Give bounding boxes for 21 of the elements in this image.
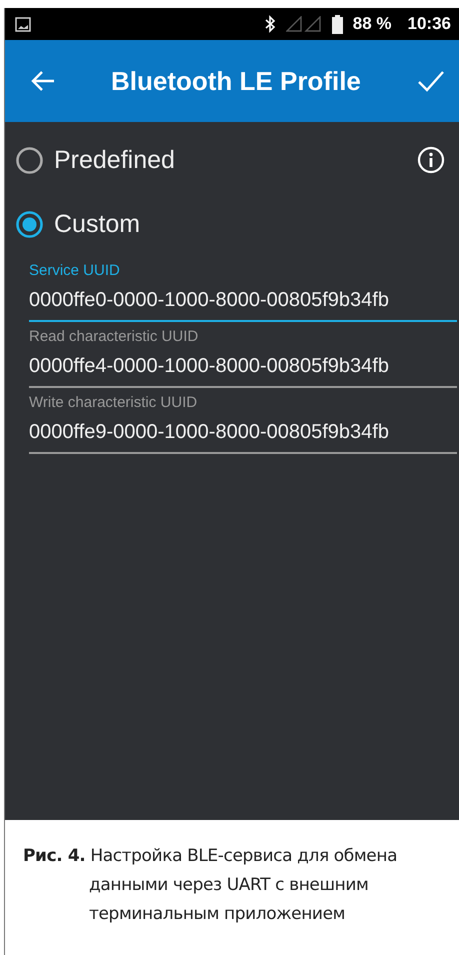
signal-icon [286,16,322,32]
uuid-input-field[interactable]: 0000ffe0-0000-1000-8000-00805f9b34fb [29,289,457,322]
field-label: Read characteristic UUID [29,327,200,345]
battery-icon [332,14,343,34]
figure-caption: Рис. 4. Настройка BLE-сервиса для обмена данными через UART с внешним терминальным приложением [23,845,398,926]
radio-label[interactable]: Predefined [54,146,175,174]
battery-percentage: 88 % [352,14,392,34]
radio-button[interactable] [15,210,44,238]
uuid-input-field[interactable]: 0000ffe4-0000-1000-8000-00805f9b34fb [29,355,457,388]
picture-notification-icon [15,16,31,32]
info-icon[interactable] [417,146,445,174]
back-arrow-icon[interactable] [31,70,55,92]
radio-label[interactable]: Custom [54,210,140,238]
field-label: Service UUID [29,261,121,279]
checkmark-icon[interactable] [417,70,445,92]
clock: 10:36 [408,14,451,34]
radio-button[interactable] [15,146,44,174]
uuid-input-field[interactable]: 0000ffe9-0000-1000-8000-00805f9b34fb [29,421,457,454]
field-label: Write characteristic UUID [29,393,198,411]
bluetooth-icon [264,15,276,33]
screen-title: Bluetooth LE Profile [111,66,362,96]
